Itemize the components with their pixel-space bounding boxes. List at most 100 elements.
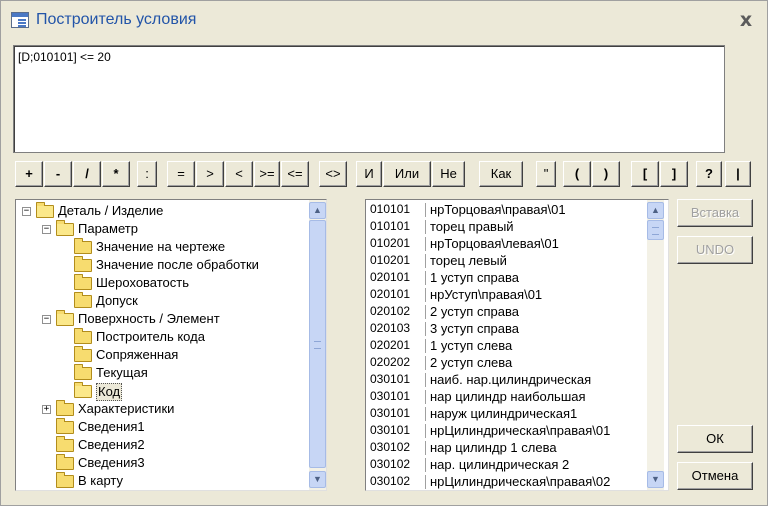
list-item[interactable]: 020102 2 уступ справа xyxy=(370,303,640,320)
list-item-code: 010101 xyxy=(370,219,411,233)
operator-button-open-bracket[interactable]: [ xyxy=(631,161,659,187)
tree-item[interactable]: Сопряженная xyxy=(16,346,310,364)
operator-button-not[interactable]: Не xyxy=(432,161,465,187)
scroll-down-arrow-icon[interactable]: ▼ xyxy=(647,471,664,488)
list-item[interactable]: 030101 нрЦилиндрическая\правая\01 xyxy=(370,422,640,439)
operator-button-divide[interactable]: / xyxy=(73,161,101,187)
tree-item[interactable]: Допуск xyxy=(16,292,310,310)
list-item-code: 030102 xyxy=(370,457,411,471)
scroll-up-arrow-icon[interactable]: ▲ xyxy=(647,202,664,219)
operator-button-multiply[interactable]: * xyxy=(102,161,130,187)
folder-icon xyxy=(74,328,92,344)
collapse-icon[interactable]: − xyxy=(42,315,51,324)
operator-button-open-paren[interactable]: ( xyxy=(563,161,591,187)
list-item[interactable]: 030102 нрЦилиндрическая\правая\02 xyxy=(370,473,640,490)
tree-item[interactable]: Текущая xyxy=(16,364,310,382)
element-list[interactable]: 010101 нрТорцовая\правая\01 010101 торец пр… xyxy=(365,199,669,491)
list-item[interactable]: 030101 наруж цилиндрическая1 xyxy=(370,405,640,422)
list-item-name: наиб. нар.цилиндрическая xyxy=(430,372,592,387)
operator-button-minus[interactable]: - xyxy=(44,161,72,187)
operator-button-question[interactable]: ? xyxy=(696,161,722,187)
insert-button[interactable]: Вставка xyxy=(677,199,753,227)
tree-item[interactable]: Значение на чертеже xyxy=(16,238,310,256)
tree-item-label: Сведения1 xyxy=(78,419,145,434)
folder-icon xyxy=(56,436,74,452)
tree-item[interactable]: Сведения3 xyxy=(16,454,310,472)
operator-button-greater-equal[interactable]: >= xyxy=(254,161,280,187)
list-item-code: 030102 xyxy=(370,440,411,454)
operator-button-like[interactable]: Как xyxy=(479,161,523,187)
list-item[interactable]: 010101 нрТорцовая\правая\01 xyxy=(370,201,640,218)
operator-button-and[interactable]: И xyxy=(356,161,382,187)
scroll-thumb[interactable] xyxy=(647,220,664,240)
list-item-name: нрЦилиндрическая\правая\01 xyxy=(430,423,611,438)
column-divider xyxy=(425,237,426,251)
operator-button-not-equal[interactable]: <> xyxy=(319,161,347,187)
list-item[interactable]: 020201 1 уступ слева xyxy=(370,337,640,354)
list-item[interactable]: 030102 нар. цилиндрическая 2 xyxy=(370,456,640,473)
title-bar[interactable]: Построитель условия x xyxy=(1,1,767,39)
operator-button-or[interactable]: Или xyxy=(383,161,431,187)
scroll-up-arrow-icon[interactable]: ▲ xyxy=(309,202,326,219)
list-scrollbar[interactable]: ▲ ▼ xyxy=(647,200,664,490)
tree-item[interactable]: Сведения1 xyxy=(16,418,310,436)
list-item-code: 030102 xyxy=(370,474,411,488)
list-item-name: нар цилиндр 1 слева xyxy=(430,440,557,455)
tree-item[interactable]: Построитель кода xyxy=(16,328,310,346)
tree-item-label: Значение на чертеже xyxy=(96,239,226,254)
list-item[interactable]: 020202 2 уступ слева xyxy=(370,354,640,371)
scroll-thumb[interactable] xyxy=(309,220,326,468)
operator-button-greater[interactable]: > xyxy=(196,161,224,187)
operator-button-pipe[interactable]: | xyxy=(725,161,751,187)
expression-editor[interactable]: [D;010101] <= 20 xyxy=(13,45,725,153)
tree-item-label: Текущая xyxy=(96,365,148,380)
operator-button-plus[interactable]: + xyxy=(15,161,43,187)
folder-icon xyxy=(56,472,74,488)
list-item[interactable]: 030101 наиб. нар.цилиндрическая xyxy=(370,371,640,388)
list-item[interactable]: 020101 1 уступ справа xyxy=(370,269,640,286)
column-divider xyxy=(425,220,426,234)
list-item[interactable]: 030101 нар цилиндр наибольшая xyxy=(370,388,640,405)
operator-button-colon[interactable]: : xyxy=(137,161,157,187)
tree-item[interactable]: Шероховатость xyxy=(16,274,310,292)
operator-button-less[interactable]: < xyxy=(225,161,253,187)
list-item[interactable]: 030102 нар цилиндр 1 слева xyxy=(370,439,640,456)
tree-item[interactable]: − Деталь / Изделие xyxy=(16,202,310,220)
tree-item-label: Построитель кода xyxy=(96,329,205,344)
collapse-icon[interactable]: − xyxy=(22,207,31,216)
operator-button-close-bracket[interactable]: ] xyxy=(660,161,688,187)
list-item-name: 1 уступ слева xyxy=(430,338,513,353)
list-item-name: 3 уступ справа xyxy=(430,321,519,336)
collapse-icon[interactable]: − xyxy=(42,225,51,234)
list-item[interactable]: 010201 торец левый xyxy=(370,252,640,269)
list-item-code: 030101 xyxy=(370,423,411,437)
tree-item[interactable]: Сведения2 xyxy=(16,436,310,454)
tree-item-label: Допуск xyxy=(96,293,138,308)
expand-icon[interactable]: + xyxy=(42,405,51,414)
tree-item[interactable]: − Параметр xyxy=(16,220,310,238)
close-icon[interactable]: x xyxy=(735,9,757,31)
window-title: Построитель условия xyxy=(36,11,197,28)
tree-scrollbar[interactable]: ▲ ▼ xyxy=(309,200,326,490)
scroll-down-arrow-icon[interactable]: ▼ xyxy=(309,471,326,488)
list-item[interactable]: 010101 торец правый xyxy=(370,218,640,235)
operator-button-quote[interactable]: " xyxy=(536,161,556,187)
tree-item[interactable]: + Характеристики xyxy=(16,400,310,418)
tree-item[interactable]: Значение после обработки xyxy=(16,256,310,274)
list-item-name: наруж цилиндрическая1 xyxy=(430,406,578,421)
list-item[interactable]: 020101 нрУступ\правая\01 xyxy=(370,286,640,303)
list-item[interactable]: 010201 нрТорцовая\левая\01 xyxy=(370,235,640,252)
ok-button[interactable]: ОК xyxy=(677,425,753,453)
list-item[interactable]: 020103 3 уступ справа xyxy=(370,320,640,337)
tree-item-label: Сопряженная xyxy=(96,347,179,362)
operator-button-equals[interactable]: = xyxy=(167,161,195,187)
cancel-button[interactable]: Отмена xyxy=(677,462,753,490)
tree-item[interactable]: Код xyxy=(16,382,310,401)
tree-item[interactable]: − Поверхность / Элемент xyxy=(16,310,310,328)
tree-item[interactable]: В карту xyxy=(16,472,310,490)
operator-button-less-equal[interactable]: <= xyxy=(281,161,309,187)
category-tree[interactable]: − Деталь / Изделие − Параметр Значение на че… xyxy=(15,199,327,491)
list-item-code: 010201 xyxy=(370,253,411,267)
undo-button[interactable]: UNDO xyxy=(677,236,753,264)
operator-button-close-paren[interactable]: ) xyxy=(592,161,620,187)
